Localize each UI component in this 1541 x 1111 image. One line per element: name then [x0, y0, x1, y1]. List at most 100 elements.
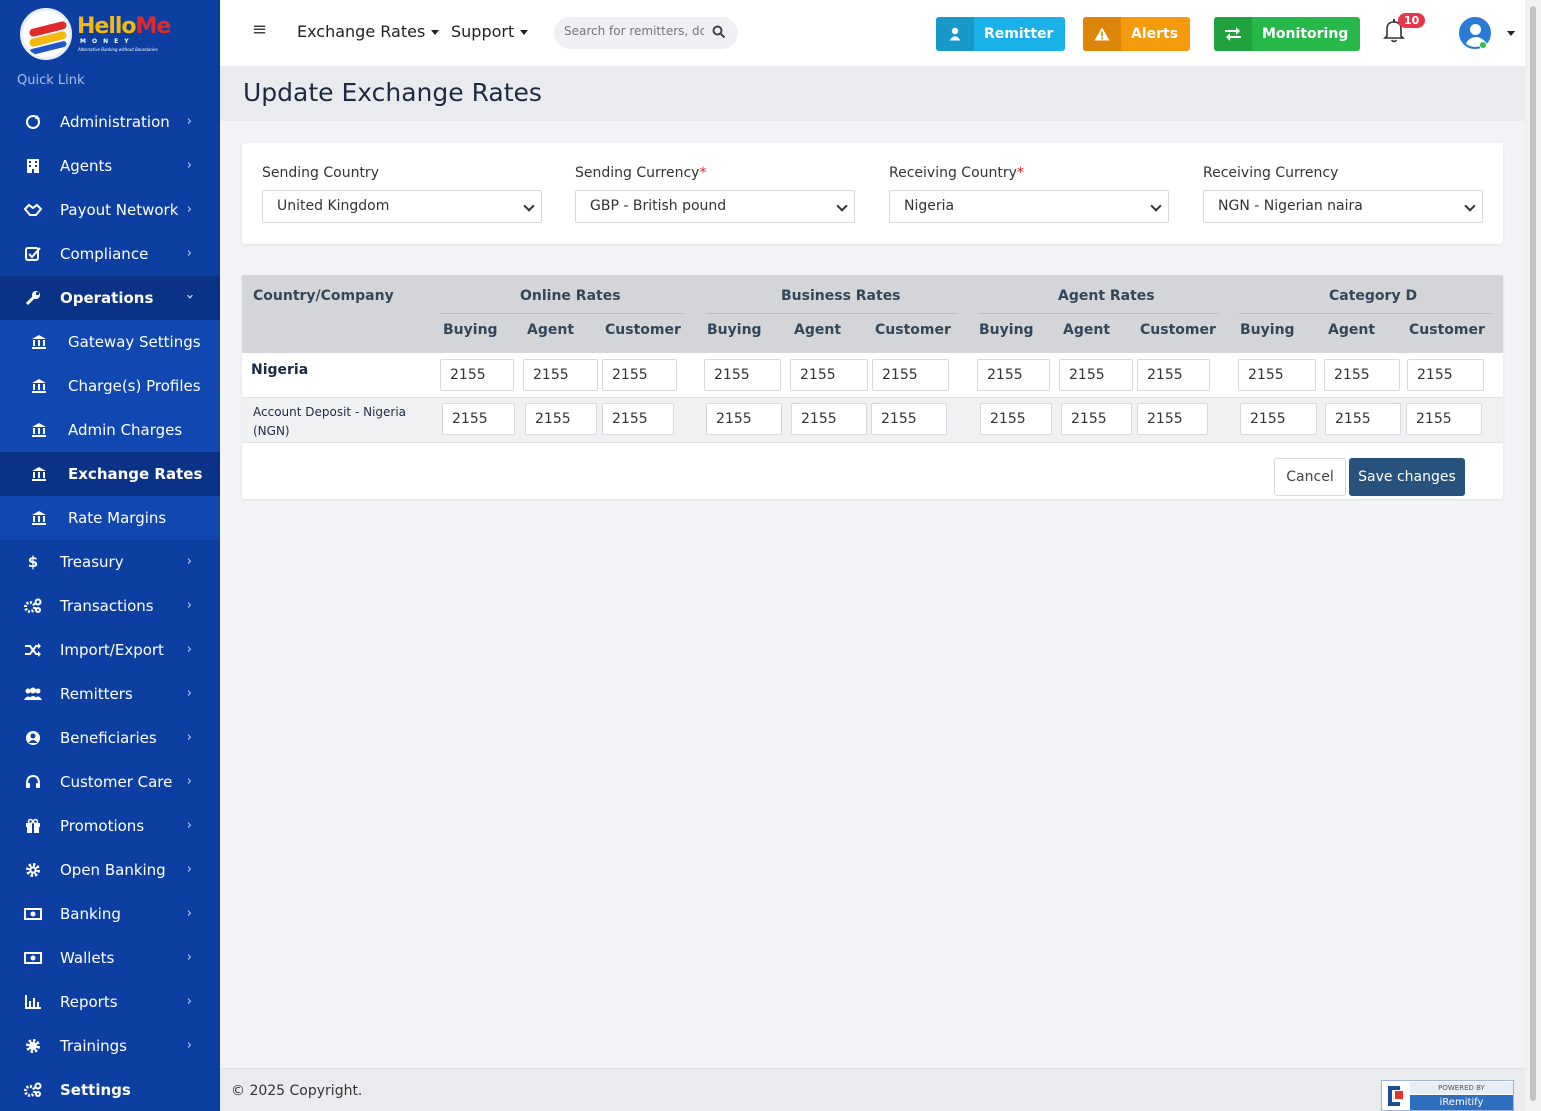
online-agent-input[interactable]: 2155 — [525, 403, 597, 435]
receiving-currency-group: Receiving Currency NGN - Nigerian naira — [1203, 165, 1483, 223]
chevron-right-icon: › — [186, 862, 192, 877]
sidebar-item-admin-charges[interactable]: Admin Charges — [0, 408, 220, 452]
catd-buying-input[interactable]: 2155 — [1240, 403, 1317, 435]
agent-agent-input[interactable]: 2155 — [1059, 359, 1133, 391]
nav-exchange-rates-dropdown[interactable]: Exchange Rates — [297, 22, 440, 41]
nav-support-dropdown[interactable]: Support — [451, 22, 529, 41]
sidebar-item-transactions[interactable]: Transactions › — [0, 584, 220, 628]
receiving-currency-select[interactable]: NGN - Nigerian naira — [1203, 190, 1483, 223]
group-agent-rates: Agent Rates — [1058, 288, 1155, 304]
sending-currency-select[interactable]: GBP - British pound — [575, 190, 855, 223]
agent-agent-input[interactable]: 2155 — [1061, 403, 1132, 435]
iremitify-logo-icon — [1382, 1081, 1408, 1110]
col-online-buying: Buying — [443, 322, 498, 338]
sidebar-item-label: Rate Margins — [68, 509, 167, 527]
sidebar-item-label: Wallets — [60, 949, 115, 967]
sidebar-item-label: Beneficiaries — [60, 729, 157, 747]
agent-customer-input[interactable]: 2155 — [1137, 359, 1210, 391]
logo-wordmark: HelloMe — [77, 14, 171, 39]
sidebar-item-remitters[interactable]: Remitters › — [0, 672, 220, 716]
scrollbar-thumb[interactable] — [1530, 6, 1536, 1101]
user-icon — [936, 17, 974, 51]
sidebar-item-agents[interactable]: Agents › — [0, 144, 220, 188]
search-icon[interactable] — [712, 25, 726, 39]
money-icon — [24, 905, 42, 923]
online-customer-input[interactable]: 2155 — [602, 403, 674, 435]
receiving-country-select[interactable]: Nigeria — [889, 190, 1169, 223]
logo-sub: MONEY — [80, 38, 135, 45]
cancel-button[interactable]: Cancel — [1274, 458, 1346, 496]
chevron-right-icon: › — [186, 554, 192, 569]
sidebar-item-label: Import/Export — [60, 641, 164, 659]
hamburger-menu-icon[interactable]: ≡ — [252, 19, 267, 40]
shuffle-icon — [24, 641, 42, 659]
sending-country-label: Sending Country — [262, 165, 379, 181]
catd-buying-input[interactable]: 2155 — [1238, 359, 1316, 391]
sidebar-item-label: Operations — [60, 289, 154, 307]
sidebar-item-customer-care[interactable]: Customer Care › — [0, 760, 220, 804]
online-buying-input[interactable]: 2155 — [442, 403, 515, 435]
col-business-agent: Agent — [794, 322, 842, 338]
bank-icon — [30, 333, 48, 351]
sidebar-item-gateway-settings[interactable]: Gateway Settings — [0, 320, 220, 364]
page-header: Update Exchange Rates — [220, 66, 1525, 121]
sidebar-item-label: Agents — [60, 157, 113, 175]
business-agent-input[interactable]: 2155 — [790, 359, 868, 391]
business-buying-input[interactable]: 2155 — [704, 359, 781, 391]
brand-logo[interactable]: HelloMe MONEY Alternative Banking withou… — [20, 8, 171, 60]
agent-buying-input[interactable]: 2155 — [980, 403, 1052, 435]
col-country-company: Country/Company — [253, 288, 394, 304]
sidebar-item-trainings[interactable]: Trainings › — [0, 1024, 220, 1068]
page-scrollbar[interactable] — [1525, 0, 1541, 1111]
logo-mark — [20, 8, 72, 60]
users-icon — [24, 685, 42, 703]
search-input[interactable] — [564, 24, 704, 38]
monitoring-button[interactable]: Monitoring — [1214, 17, 1361, 51]
gift-icon — [24, 817, 42, 835]
sidebar-item-import-export[interactable]: Import/Export › — [0, 628, 220, 672]
sidebar-item-promotions[interactable]: Promotions › — [0, 804, 220, 848]
business-buying-input[interactable]: 2155 — [706, 403, 782, 435]
sidebar-item-rate-margins[interactable]: Rate Margins — [0, 496, 220, 540]
sidebar-item-reports[interactable]: Reports › — [0, 980, 220, 1024]
sending-country-select[interactable]: United Kingdom — [262, 190, 542, 223]
business-customer-input[interactable]: 2155 — [872, 359, 949, 391]
col-catd-customer: Customer — [1409, 322, 1485, 338]
powered-by-badge[interactable]: POWERED BY iRemitify — [1381, 1080, 1514, 1111]
sidebar-item-wallets[interactable]: Wallets › — [0, 936, 220, 980]
business-agent-input[interactable]: 2155 — [791, 403, 867, 435]
chevron-right-icon: › — [186, 730, 192, 745]
sidebar-item-charges-profiles[interactable]: Charge(s) Profiles — [0, 364, 220, 408]
sidebar-item-administration[interactable]: Administration › — [0, 100, 220, 144]
alerts-button[interactable]: Alerts — [1083, 17, 1191, 51]
agent-customer-input[interactable]: 2155 — [1137, 403, 1208, 435]
online-customer-input[interactable]: 2155 — [602, 359, 677, 391]
catd-customer-input[interactable]: 2155 — [1406, 403, 1482, 435]
online-buying-input[interactable]: 2155 — [440, 359, 514, 391]
bank-icon — [30, 377, 48, 395]
user-circle-icon — [24, 729, 42, 747]
user-menu-caret-icon[interactable] — [1507, 31, 1515, 36]
save-changes-button[interactable]: Save changes — [1349, 458, 1465, 496]
sidebar-item-banking[interactable]: Banking › — [0, 892, 220, 936]
col-catd-buying: Buying — [1240, 322, 1295, 338]
sidebar-item-beneficiaries[interactable]: Beneficiaries › — [0, 716, 220, 760]
sidebar-item-compliance[interactable]: Compliance › — [0, 232, 220, 276]
sidebar-item-open-banking[interactable]: Open Banking › — [0, 848, 220, 892]
sidebar-item-settings[interactable]: Settings — [0, 1068, 220, 1111]
wrench-icon — [24, 289, 42, 307]
online-status-dot — [1479, 41, 1487, 49]
catd-customer-input[interactable]: 2155 — [1407, 359, 1484, 391]
remitter-button[interactable]: Remitter — [936, 17, 1066, 51]
sidebar-item-payout-network[interactable]: Payout Network › — [0, 188, 220, 232]
catd-agent-input[interactable]: 2155 — [1324, 359, 1400, 391]
online-agent-input[interactable]: 2155 — [523, 359, 598, 391]
page-title: Update Exchange Rates — [243, 78, 542, 107]
sidebar-item-exchange-rates[interactable]: Exchange Rates — [0, 452, 220, 496]
agent-buying-input[interactable]: 2155 — [977, 359, 1050, 391]
filter-card: Sending Country United Kingdom Sending C… — [242, 143, 1503, 244]
business-customer-input[interactable]: 2155 — [871, 403, 947, 435]
catd-agent-input[interactable]: 2155 — [1325, 403, 1401, 435]
sidebar-item-operations[interactable]: Operations › — [0, 276, 220, 320]
sidebar-item-treasury[interactable]: $ Treasury › — [0, 540, 220, 584]
